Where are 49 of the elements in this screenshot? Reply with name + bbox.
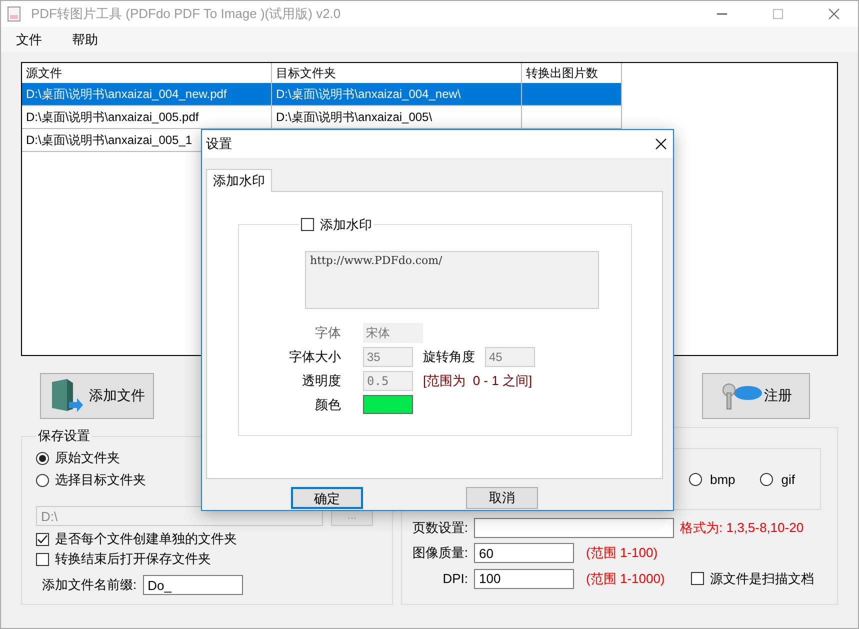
quality-field[interactable]: 60 xyxy=(474,543,574,563)
page-settings-field[interactable] xyxy=(474,518,674,538)
prefix-label: 添加文件名前缀: xyxy=(42,576,137,594)
font-size-label: 字体大小 xyxy=(288,348,341,366)
table-cell: D:\桌面\说明书\anxaizai_005.pdf xyxy=(22,106,272,128)
window-title: PDF转图片工具 (PDFdo PDF To Image )(试用版) v2.0 xyxy=(31,5,341,23)
table-cell: D:\桌面\说明书\anxaizai_004_new.pdf xyxy=(22,83,272,105)
radio-option[interactable]: gif xyxy=(760,468,796,490)
dialog-title: 设置 xyxy=(206,135,232,153)
prefix-field[interactable]: Do_ xyxy=(142,575,243,595)
dpi-label: DPI: xyxy=(442,571,468,586)
add-file-button[interactable]: 添加文件 xyxy=(40,373,154,419)
radio-option[interactable]: bmp xyxy=(689,468,736,490)
format-hint: 格式为: 1,3,5-8,10-20 xyxy=(680,519,804,537)
range-hint: (范围 1-100) xyxy=(586,544,658,562)
opacity-label: 透明度 xyxy=(301,372,341,390)
rotation-label: 旋转角度 xyxy=(423,348,475,366)
font-field[interactable]: 宋体 xyxy=(363,323,423,343)
font-size-field[interactable]: 35 xyxy=(363,347,413,367)
color-swatch[interactable] xyxy=(363,395,413,414)
ok-button[interactable]: 确定 xyxy=(291,487,363,509)
rotation-field[interactable]: 45 xyxy=(485,347,535,367)
close-icon[interactable] xyxy=(655,138,667,150)
app-icon xyxy=(7,6,21,22)
font-label: 字体 xyxy=(314,324,341,342)
page-settings-label: 页数设置: xyxy=(411,519,468,537)
group-title: 保存设置 xyxy=(37,427,91,445)
cancel-button[interactable]: 取消 xyxy=(466,487,538,509)
checkbox-option[interactable]: 转换结束后打开保存文件夹 xyxy=(36,549,392,569)
watermark-text-field[interactable]: http://www.PDFdo.com/ xyxy=(305,251,599,309)
quality-label: 图像质量: xyxy=(411,544,468,562)
radio-option[interactable]: 原始文件夹 xyxy=(36,447,392,469)
checkbox-option[interactable]: 是否每个文件创建单独的文件夹 xyxy=(36,529,392,549)
menu-item[interactable]: 文件 xyxy=(16,30,42,48)
color-label: 颜色 xyxy=(314,396,341,414)
opacity-field[interactable]: 0.5 xyxy=(363,371,413,391)
key-icon xyxy=(720,381,764,411)
tab[interactable]: 添加水印 xyxy=(206,169,272,192)
range-hint: [范围为 0 - 1 之间] xyxy=(423,372,532,390)
menu-item[interactable]: 帮助 xyxy=(72,30,98,48)
checkbox-option[interactable]: 源文件是扫描文档 xyxy=(690,568,814,589)
table-cell: D:\桌面\说明书\anxaizai_004_new\ xyxy=(276,86,461,102)
folder-icon xyxy=(49,378,83,414)
table-cell: D:\桌面\说明书\anxaizai_005\ xyxy=(276,108,432,126)
checkbox-option[interactable]: 添加水印 xyxy=(299,214,374,235)
check-icon xyxy=(37,534,48,544)
register-button[interactable]: 注册 xyxy=(702,373,810,419)
range-hint: (范围 1-1000) xyxy=(586,570,665,588)
dpi-field[interactable]: 100 xyxy=(474,568,574,588)
